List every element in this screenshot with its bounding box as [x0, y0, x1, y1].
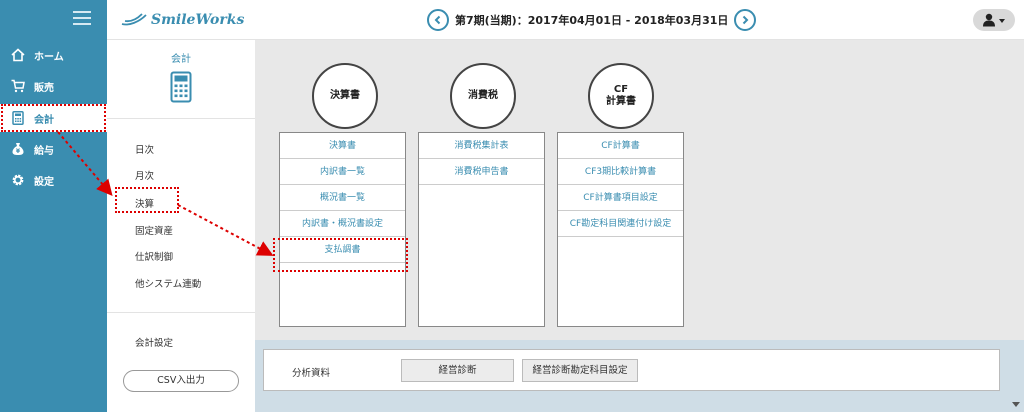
- submenu-item-monthly[interactable]: 月次: [135, 168, 154, 182]
- link-financial-statements[interactable]: 決算書: [280, 133, 405, 159]
- nav-item-label: ホーム: [34, 51, 64, 63]
- accounting-highlight-box: [1, 104, 106, 132]
- category-financial-statements: 決算書: [312, 63, 378, 129]
- category-consumption-tax: 消費税: [450, 63, 516, 129]
- divider: [107, 118, 255, 119]
- nav-item-label: 販売: [34, 82, 54, 94]
- nav-item-label: 設定: [34, 176, 54, 188]
- nav-item-payroll[interactable]: ¥ 給与: [0, 134, 107, 164]
- accounting-submenu: 会計 日次 月次 決算 固定資産 仕訳制御 他システム連動 会計設定 CSV入出…: [107, 40, 255, 412]
- next-period-button[interactable]: [734, 9, 757, 31]
- logo-swoosh-icon: [121, 13, 147, 26]
- category-title: CF 計算書: [606, 84, 636, 107]
- analysis-box: 分析資料 経営診断 経営診断勘定科目設定: [263, 349, 1000, 391]
- chevron-right-icon: [743, 15, 749, 25]
- calculator-icon: [170, 71, 192, 106]
- analysis-label: 分析資料: [292, 368, 331, 379]
- money-bag-icon: ¥: [11, 142, 25, 156]
- nav-item-settings[interactable]: 設定: [0, 165, 107, 195]
- period-label: 第7期(当期)：2017年04月01日 - 2018年03月31日: [455, 14, 729, 27]
- link-tax-summary[interactable]: 消費税集計表: [419, 133, 544, 159]
- hamburger-menu-icon[interactable]: [73, 11, 91, 25]
- closing-menu-area: 決算書 消費税 CF 計算書 決算書 内訳書一覧 概況書一覧 内訳書・概況書設定 …: [255, 40, 1024, 340]
- nav-item-sales[interactable]: 販売: [0, 71, 107, 101]
- category-title: 決算書: [330, 90, 360, 101]
- submenu-item-accounting-settings[interactable]: 会計設定: [135, 335, 173, 349]
- link-cf-account-mapping[interactable]: CF勘定科目関連付け設定: [558, 211, 683, 237]
- top-header: SmileWorks 第7期(当期)：2017年04月01日 - 2018年03…: [107, 0, 1024, 40]
- category-cash-flow: CF 計算書: [588, 63, 654, 129]
- submenu-item-daily[interactable]: 日次: [135, 142, 154, 156]
- submenu-item-other-systems[interactable]: 他システム連動: [135, 276, 201, 290]
- financial-statements-panel: 決算書 内訳書一覧 概況書一覧 内訳書・概況書設定 支払調書: [279, 132, 406, 327]
- user-menu-button[interactable]: [973, 9, 1015, 31]
- submenu-item-journal-control[interactable]: 仕訳制御: [135, 249, 173, 263]
- nav-item-home[interactable]: ホーム: [0, 40, 107, 70]
- smileworks-logo[interactable]: SmileWorks: [121, 9, 244, 31]
- payment-records-highlight-box: [273, 238, 408, 272]
- previous-period-button[interactable]: [427, 9, 449, 31]
- home-icon: [11, 48, 25, 62]
- cash-flow-panel: CF計算書 CF3期比較計算書 CF計算書項目設定 CF勘定科目関連付け設定: [557, 132, 684, 327]
- closing-highlight-box: [115, 187, 179, 213]
- gear-icon: [11, 173, 25, 187]
- main-content: 決算書 消費税 CF 計算書 決算書 内訳書一覧 概況書一覧 内訳書・概況書設定 …: [255, 40, 1024, 412]
- management-diagnosis-button[interactable]: 経営診断: [401, 359, 514, 382]
- scroll-down-icon[interactable]: [1012, 402, 1020, 407]
- divider: [107, 312, 255, 313]
- link-cf-3period-comparison[interactable]: CF3期比較計算書: [558, 159, 683, 185]
- link-overview-list[interactable]: 概況書一覧: [280, 185, 405, 211]
- user-icon: [983, 13, 1005, 27]
- submenu-title: 会計: [171, 54, 191, 65]
- nav-item-label: 給与: [34, 145, 54, 157]
- category-title: 消費税: [468, 90, 498, 101]
- link-breakdown-overview-settings[interactable]: 内訳書・概況書設定: [280, 211, 405, 237]
- diagnosis-account-settings-button[interactable]: 経営診断勘定科目設定: [522, 359, 638, 382]
- link-tax-return[interactable]: 消費税申告書: [419, 159, 544, 185]
- consumption-tax-panel: 消費税集計表 消費税申告書: [418, 132, 545, 327]
- period-selector: 第7期(当期)：2017年04月01日 - 2018年03月31日: [427, 8, 757, 32]
- cart-icon: [11, 79, 25, 93]
- main-sidebar: ホーム 販売 会計 ¥ 給与 設定: [0, 0, 107, 412]
- logo-text: SmileWorks: [151, 12, 245, 28]
- csv-import-export-button[interactable]: CSV入出力: [123, 370, 239, 392]
- submenu-item-fixed-assets[interactable]: 固定資産: [135, 223, 173, 237]
- link-cf-statement[interactable]: CF計算書: [558, 133, 683, 159]
- chevron-left-icon: [434, 15, 441, 25]
- link-cf-item-settings[interactable]: CF計算書項目設定: [558, 185, 683, 211]
- link-breakdown-list[interactable]: 内訳書一覧: [280, 159, 405, 185]
